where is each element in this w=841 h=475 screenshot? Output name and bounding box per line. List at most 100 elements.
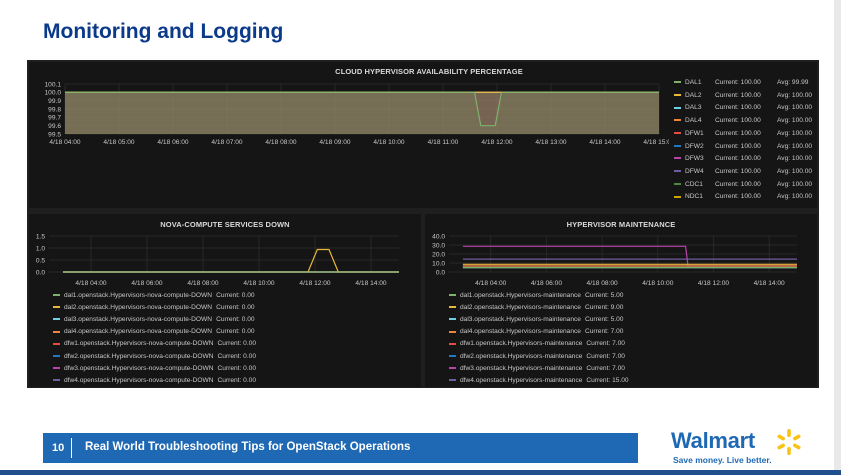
legend-series-name: DFW4 — [685, 167, 704, 175]
x-tick-label: 4/18 14:00 — [355, 280, 386, 287]
slide-edge — [834, 0, 841, 475]
legend-series-name: DAL1 — [685, 79, 702, 86]
x-tick-label: 4/18 12:00 — [481, 139, 512, 146]
legend-series-name: DFW2 — [685, 142, 704, 150]
legend-series-name: CDC1 — [685, 180, 703, 188]
legend-item[interactable]: DFW4 Current: 100.00 Avg: 100.00 — [674, 167, 812, 177]
legend-swatch — [449, 294, 456, 297]
y-tick-label: 40.0 — [432, 233, 445, 240]
series-area — [65, 92, 659, 134]
legend-item[interactable]: dal1.openstack.Hypervisors-maintenance Cu… — [449, 291, 623, 301]
x-tick-label: 4/18 06:00 — [131, 280, 162, 287]
legend-series-name: dal2.openstack.Hypervisors-maintenance — [460, 304, 581, 312]
legend-item[interactable]: DAL4 Current: 100.00 Avg: 100.00 — [674, 116, 812, 126]
legend-item[interactable]: dal3.openstack.Hypervisors-maintenance Cu… — [449, 315, 623, 325]
legend-current-value: Current: 7.00 — [586, 364, 625, 372]
legend-series-name: dfw4.openstack.Hypervisors-nova-compute-… — [64, 376, 214, 384]
legend-item[interactable]: CDC1 Current: 100.00 Avg: 100.00 — [674, 180, 812, 190]
legend-swatch — [674, 132, 681, 135]
legend-current-value: Current: 100.00 — [715, 79, 761, 86]
legend-swatch — [53, 306, 60, 309]
maintenance-chart[interactable]: 40.0 30.0 20.0 10.0 0.0 4/18 04:00 4/18 06:00 4… — [425, 214, 817, 296]
legend-series-name: dfw4.openstack.Hypervisors-maintenance — [460, 376, 583, 384]
x-tick-label: 4/18 10:00 — [373, 139, 404, 146]
spark-icon — [777, 429, 801, 455]
legend-avg-value: Avg: 100.00 — [777, 155, 813, 163]
legend-swatch — [674, 93, 681, 96]
legend-swatch — [53, 318, 60, 321]
legend-swatch — [674, 182, 681, 185]
slide: Monitoring and Logging CLOUD HYPERVISOR … — [0, 0, 841, 475]
legend-series-name: DFW3 — [685, 155, 704, 163]
legend-current-value: Current: 0.00 — [216, 304, 255, 312]
legend-avg-value: Avg: 100.00 — [777, 180, 813, 188]
x-tick-label: 4/18 13:00 — [535, 139, 566, 146]
legend-current-value: Current: 15.00 — [586, 376, 629, 384]
x-tick-label: 4/18 10:00 — [243, 280, 274, 287]
y-tick-label: 100.1 — [44, 81, 61, 88]
legend-swatch — [674, 144, 681, 147]
legend-item[interactable]: dfw1.openstack.Hypervisors-nova-compute-… — [53, 339, 256, 349]
y-tick-label: 0.0 — [36, 269, 45, 276]
y-tick-label: 1.5 — [36, 233, 45, 240]
legend-item[interactable]: dal1.openstack.Hypervisors-nova-compute-… — [53, 291, 255, 301]
legend-avg-value: Avg: 100.00 — [777, 142, 813, 150]
legend-series-name: DFW1 — [685, 129, 704, 137]
legend-current-value: Current: 5.00 — [584, 316, 624, 324]
legend-current-value: Current: 100.00 — [715, 142, 761, 150]
legend-item[interactable]: dal3.openstack.Hypervisors-nova-compute-… — [53, 315, 255, 325]
availability-panel: CLOUD HYPERVISOR AVAILABILITY PERCENTAGE… — [29, 62, 817, 208]
legend-swatch — [449, 378, 456, 381]
nova-compute-chart[interactable]: 1.5 1.0 0.5 0.0 4/18 04:00 4/18 06:00 4/18 08:… — [29, 214, 421, 296]
series-line[interactable] — [63, 248, 399, 273]
legend-current-value: Current: 100.00 — [715, 193, 761, 201]
legend-current-value: Current: 0.00 — [216, 292, 255, 299]
legend-avg-value: Avg: 100.00 — [777, 91, 813, 99]
walmart-logo: Walmart Save money. Live better. — [671, 428, 811, 468]
slide-title: Monitoring and Logging — [43, 20, 284, 43]
legend-item[interactable]: dal2.openstack.Hypervisors-nova-compute-… — [53, 303, 255, 313]
y-tick-label: 0.5 — [36, 257, 45, 264]
legend-item[interactable]: dfw4.openstack.Hypervisors-nova-compute-… — [53, 376, 256, 386]
y-tick-label: 100.0 — [44, 90, 61, 97]
legend-item[interactable]: dal4.openstack.Hypervisors-maintenance Cu… — [449, 327, 623, 337]
x-tick-label: 4/18 08:00 — [265, 139, 296, 146]
legend-current-value: Current: 7.00 — [584, 328, 624, 336]
legend-item[interactable]: DAL2 Current: 100.00 Avg: 100.00 — [674, 91, 812, 101]
legend-item[interactable]: DAL1 Current: 100.00 Avg: 99.99 — [674, 78, 808, 88]
x-tick-label: 4/18 07:00 — [211, 139, 242, 146]
legend-series-name: DAL4 — [685, 117, 702, 125]
legend-item[interactable]: dfw3.openstack.Hypervisors-maintenance Cu… — [449, 364, 625, 374]
legend-swatch — [674, 157, 681, 160]
x-tick-label: 4/18 04:00 — [49, 139, 80, 146]
slide-number: 10 — [52, 442, 65, 454]
legend-item[interactable]: dfw2.openstack.Hypervisors-nova-compute-… — [53, 352, 256, 362]
x-tick-label: 4/18 12:00 — [698, 280, 729, 287]
nova-compute-legend: dal1.openstack.Hypervisors-nova-compute-… — [53, 291, 413, 387]
legend-swatch — [53, 330, 60, 333]
legend-swatch — [449, 354, 456, 357]
legend-item[interactable]: DFW3 Current: 100.00 Avg: 100.00 — [674, 154, 812, 164]
legend-item[interactable]: DFW1 Current: 100.00 Avg: 100.00 — [674, 129, 812, 139]
legend-swatch — [449, 318, 456, 321]
legend-current-value: Current: 9.00 — [584, 304, 624, 312]
legend-series-name: dfw1.openstack.Hypervisors-nova-compute-… — [64, 340, 214, 348]
legend-item[interactable]: DFW2 Current: 100.00 Avg: 100.00 — [674, 142, 812, 152]
legend-series-name: dfw2.openstack.Hypervisors-maintenance — [460, 352, 583, 360]
y-tick-label: 30.0 — [432, 242, 445, 249]
legend-current-value: Current: 100.00 — [715, 91, 761, 99]
legend-item[interactable]: dfw4.openstack.Hypervisors-maintenance Cu… — [449, 376, 629, 386]
legend-item[interactable]: dfw2.openstack.Hypervisors-maintenance Cu… — [449, 352, 625, 362]
legend-swatch — [674, 195, 681, 198]
availability-chart[interactable]: 100.1 100.099.999.8 99.799.699.54/18 04:00… — [29, 62, 669, 208]
x-tick-label: 4/18 10:00 — [642, 280, 673, 287]
legend-item[interactable]: dfw1.openstack.Hypervisors-maintenance Cu… — [449, 339, 625, 349]
legend-swatch — [449, 330, 456, 333]
legend-item[interactable]: NDC1 Current: 100.00 Avg: 100.00 — [674, 192, 812, 202]
legend-item[interactable]: dal4.openstack.Hypervisors-nova-compute-… — [53, 327, 255, 337]
legend-item[interactable]: dfw3.openstack.Hypervisors-nova-compute-… — [53, 364, 256, 374]
x-tick-label: 4/18 06:00 — [157, 139, 188, 146]
legend-swatch — [674, 170, 681, 173]
legend-item[interactable]: dal2.openstack.Hypervisors-maintenance Cu… — [449, 303, 623, 313]
legend-item[interactable]: DAL3 Current: 100.00 Avg: 100.00 — [674, 103, 812, 113]
